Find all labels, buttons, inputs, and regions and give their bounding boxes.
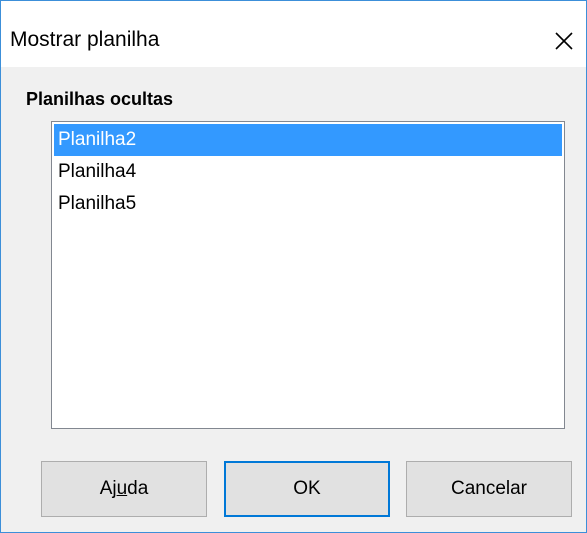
- close-icon: [555, 32, 573, 50]
- help-label-accelerator: u: [116, 478, 128, 499]
- list-item-planilha4[interactable]: Planilha4: [54, 156, 562, 188]
- title-bar: Mostrar planilha: [1, 1, 586, 67]
- list-item-planilha2[interactable]: Planilha2: [54, 124, 562, 156]
- hidden-sheets-listbox[interactable]: Planilha2 Planilha4 Planilha5: [51, 121, 565, 429]
- ok-button[interactable]: OK: [224, 461, 390, 517]
- dialog-title: Mostrar planilha: [10, 28, 160, 51]
- cancel-button[interactable]: Cancelar: [406, 461, 572, 517]
- help-label-part2: da: [127, 478, 149, 499]
- dialog-window: Mostrar planilha Planilhas ocultas Plani…: [0, 0, 587, 533]
- help-label-part1: Aj: [99, 478, 117, 499]
- hidden-sheets-label: Planilhas ocultas: [26, 89, 174, 109]
- list-item-planilha5[interactable]: Planilha5: [54, 188, 562, 220]
- close-button[interactable]: [549, 26, 579, 56]
- help-button[interactable]: Ajuda: [41, 461, 207, 517]
